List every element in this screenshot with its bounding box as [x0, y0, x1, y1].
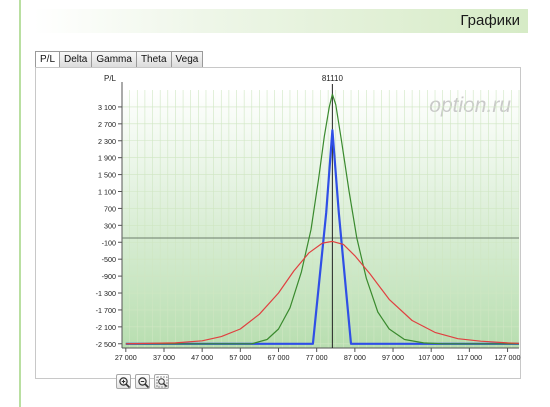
y-tick-label: 300	[104, 221, 116, 230]
tab-gamma[interactable]: Gamma	[91, 51, 137, 67]
zoom-out-button[interactable]	[135, 374, 150, 389]
x-tick-label: 87 000	[344, 353, 366, 362]
y-tick-label: -2 100	[96, 323, 116, 332]
x-tick-label: 47 000	[191, 353, 213, 362]
y-tick-label: 2 700	[98, 120, 116, 129]
x-tick-label: 67 000	[268, 353, 290, 362]
tab-delta[interactable]: Delta	[59, 51, 93, 67]
chart-panel: option.ru 3 100 2 700 2 300 1 900 1 500 1 100 7…	[35, 67, 521, 379]
x-tick-label: 117 000	[457, 353, 482, 362]
greek-tabs: P/L Delta Gamma Theta Vega	[35, 51, 204, 68]
tab-pl[interactable]: P/L	[35, 51, 61, 68]
tab-theta[interactable]: Theta	[135, 51, 172, 67]
y-tick-label: 1 100	[98, 188, 116, 197]
watermark: option.ru	[429, 94, 511, 117]
x-tick-label: 77 000	[306, 353, 328, 362]
zoom-reset-icon	[156, 376, 168, 388]
page-header: Графики	[34, 9, 528, 33]
y-tick-label: 1 500	[98, 171, 116, 180]
x-tick-label: 97 000	[382, 353, 404, 362]
spot-marker-label: 81110	[322, 74, 344, 83]
y-tick-label: 3 100	[98, 103, 116, 112]
y-tick-label: -500	[102, 255, 116, 264]
x-tick-label: 107 000	[418, 353, 444, 362]
y-tick-label: -100	[102, 238, 116, 247]
zoom-in-button[interactable]	[116, 374, 131, 389]
x-tick-label: 57 000	[229, 353, 251, 362]
page-title: Графики	[460, 12, 520, 29]
pl-chart[interactable]: option.ru 3 100 2 700 2 300 1 900 1 500 1 100 7…	[36, 68, 522, 380]
y-tick-label: -2 500	[96, 340, 116, 349]
y-tick-label: 1 900	[98, 154, 116, 163]
zoom-toolbar	[116, 374, 169, 389]
y-tick-label: 700	[104, 204, 116, 213]
zoom-out-icon	[138, 377, 150, 389]
y-axis-label: P/L	[104, 74, 117, 83]
zoom-reset-button[interactable]	[154, 374, 169, 389]
y-tick-label: 2 300	[98, 137, 116, 146]
y-tick-label: -900	[102, 272, 116, 281]
left-accent-bar	[19, 0, 21, 407]
y-tick-label: -1 300	[96, 289, 116, 298]
x-tick-label: 37 000	[153, 353, 175, 362]
x-tick-label: 27 000	[115, 353, 137, 362]
x-tick-label: 127 000	[495, 353, 521, 362]
tab-vega[interactable]: Vega	[170, 51, 204, 67]
y-tick-label: -1 700	[96, 306, 116, 315]
zoom-in-icon	[119, 377, 131, 389]
